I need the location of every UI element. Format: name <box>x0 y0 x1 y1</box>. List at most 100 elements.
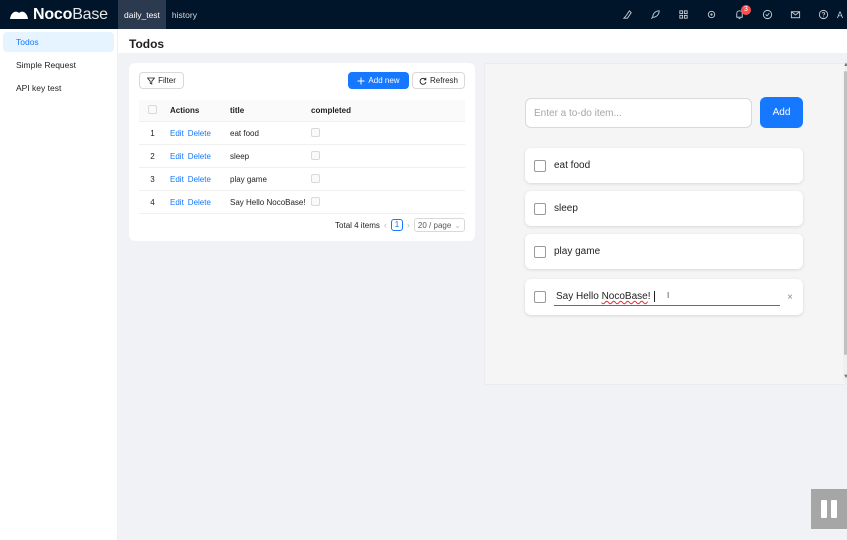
todo-item: eat food <box>525 148 803 183</box>
nocobase-logo[interactable]: NocoBase <box>0 0 118 29</box>
page-header: Todos <box>118 29 847 53</box>
refresh-icon <box>419 77 427 85</box>
select-all-cell <box>139 105 166 116</box>
top-icon-group: 3 A <box>613 0 847 29</box>
row-index: 3 <box>150 174 155 184</box>
next-page-icon[interactable]: › <box>407 220 410 230</box>
refresh-button-label: Refresh <box>429 76 458 85</box>
row-actions: Edit Delete <box>166 152 226 161</box>
logo-text-light: Base <box>72 5 108 23</box>
delete-link[interactable]: Delete <box>188 152 211 161</box>
edit-text-prefix: Say Hello <box>556 291 602 302</box>
filter-icon <box>147 77 156 85</box>
todo-edit-text: Say Hello NocoBase! <box>556 291 651 302</box>
row-actions: Edit Delete <box>166 198 226 207</box>
add-todo-button[interactable]: Add <box>760 97 803 128</box>
todo-app-panel: Enter a to-do item... Add eat food sleep… <box>484 63 846 385</box>
sidebar-item-todos[interactable]: Todos <box>3 32 114 52</box>
column-header-completed[interactable]: completed <box>307 106 377 115</box>
page-title: Todos <box>129 37 165 51</box>
todo-edit-input[interactable]: Say Hello NocoBase! I <box>554 289 780 306</box>
notification-badge: 3 <box>741 5 751 15</box>
prev-page-icon[interactable]: ‹ <box>384 220 387 230</box>
row-title: eat food <box>230 128 259 138</box>
todo-checkbox[interactable] <box>534 291 546 303</box>
pagination: Total 4 items ‹ 1 › 20 / page ⌄ <box>335 218 465 232</box>
sidebar-item-api-key-test[interactable]: API key test <box>3 78 114 98</box>
settings-icon[interactable] <box>697 0 725 29</box>
todo-item-label[interactable]: play game <box>554 246 600 257</box>
edit-text-misspelled-word: NocoBase <box>601 291 648 302</box>
completed-checkbox <box>311 173 320 183</box>
rocket-icon[interactable] <box>641 0 669 29</box>
todo-checkbox[interactable] <box>534 159 546 172</box>
todos-table-card: Filter Add new Refresh Actions title com… <box>129 63 475 241</box>
completed-checkbox <box>311 150 320 160</box>
edit-link[interactable]: Edit <box>170 198 184 207</box>
edit-link[interactable]: Edit <box>170 175 184 184</box>
bell-icon[interactable]: 3 <box>725 0 753 29</box>
todo-input[interactable]: Enter a to-do item... <box>525 98 752 128</box>
select-all-checkbox[interactable] <box>148 105 157 114</box>
delete-link[interactable]: Delete <box>188 175 211 184</box>
mouse-ibeam-cursor-icon: I <box>667 290 670 300</box>
add-new-button-label: Add new <box>368 76 400 85</box>
logo-text: NocoBase <box>33 6 108 24</box>
edit-link[interactable]: Edit <box>170 152 184 161</box>
top-tab-daily-test[interactable]: daily_test <box>118 0 166 29</box>
total-items-text: Total 4 items <box>335 220 380 230</box>
close-icon[interactable]: × <box>787 292 793 303</box>
table-header-row: Actions title completed <box>139 100 465 122</box>
page-size-value: 20 / page <box>417 220 452 230</box>
row-index: 1 <box>150 128 155 138</box>
row-index: 4 <box>150 197 155 207</box>
edit-text-suffix: ! <box>647 291 651 302</box>
filter-button-label: Filter <box>158 76 176 85</box>
user-avatar[interactable]: A <box>837 0 847 29</box>
completed-checkbox <box>311 127 320 137</box>
todo-checkbox[interactable] <box>534 202 546 215</box>
sidebar-menu: Todos Simple Request API key test <box>0 29 118 540</box>
row-actions: Edit Delete <box>166 129 226 138</box>
todo-item: play game <box>525 234 803 269</box>
todo-item-label[interactable]: eat food <box>554 160 590 171</box>
scroll-up-arrow-icon[interactable]: ▲ <box>843 62 847 68</box>
delete-link[interactable]: Delete <box>188 129 211 138</box>
todo-item-label[interactable]: sleep <box>554 203 578 214</box>
main-content: Todos Filter Add new Refresh Actions tit… <box>118 29 847 540</box>
page-number-current[interactable]: 1 <box>390 219 403 231</box>
pause-icon[interactable] <box>811 489 847 529</box>
page-size-select[interactable]: 20 / page ⌄ <box>413 218 465 232</box>
row-title: play game <box>230 174 267 184</box>
sidebar-item-simple-request[interactable]: Simple Request <box>3 55 114 75</box>
help-icon[interactable] <box>809 0 837 29</box>
completed-checkbox <box>311 196 320 206</box>
top-navigation-bar: NocoBase daily_test history 3 A <box>0 0 847 29</box>
column-header-actions: Actions <box>170 106 200 115</box>
column-header-title[interactable]: title <box>226 106 307 115</box>
row-title: sleep <box>230 151 250 161</box>
refresh-button[interactable]: Refresh <box>412 72 465 89</box>
check-circle-icon[interactable] <box>753 0 781 29</box>
logo-mark-icon <box>10 11 28 19</box>
text-caret <box>653 291 655 302</box>
todo-checkbox[interactable] <box>534 245 546 258</box>
table-row: 1 Edit Delete eat food <box>139 122 465 145</box>
delete-link[interactable]: Delete <box>188 198 211 207</box>
top-tab-history[interactable]: history <box>166 0 203 29</box>
mail-icon[interactable] <box>781 0 809 29</box>
table-row: 2 Edit Delete sleep <box>139 145 465 168</box>
row-completed <box>307 196 377 208</box>
scroll-down-arrow-icon[interactable]: ▼ <box>843 374 847 380</box>
filter-button[interactable]: Filter <box>139 72 184 89</box>
chevron-down-icon: ⌄ <box>454 220 461 230</box>
add-new-button[interactable]: Add new <box>348 72 409 89</box>
edit-link[interactable]: Edit <box>170 129 184 138</box>
row-completed <box>307 150 377 162</box>
todo-item: sleep <box>525 191 803 226</box>
grid-icon[interactable] <box>669 0 697 29</box>
row-actions: Edit Delete <box>166 175 226 184</box>
plus-icon <box>357 77 365 84</box>
table-row: 4 Edit Delete Say Hello NocoBase! <box>139 191 465 214</box>
highlighter-icon[interactable] <box>613 0 641 29</box>
